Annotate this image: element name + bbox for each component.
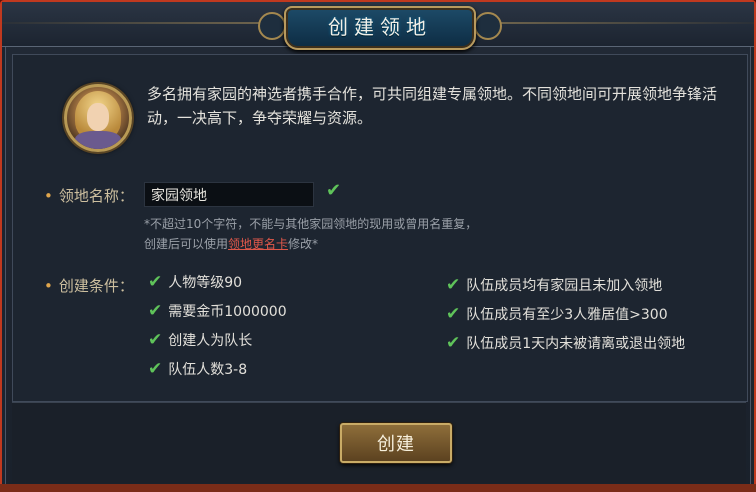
condition-home: ✔ 队伍成员均有家园且未加入领地 — [446, 275, 662, 295]
check-icon: ✔ — [148, 359, 163, 379]
condition-text: 需要金币1000000 — [168, 304, 287, 320]
title-plate: 创建领地 — [284, 6, 476, 50]
title-ornament-right-icon — [474, 12, 502, 40]
background-strip — [0, 484, 756, 492]
condition-text: 队伍成员有至少3人雅居值>300 — [466, 307, 668, 323]
dialog-frame: 创建领地 多名拥有家园的神选者携手合作，可共同组建专属领地。不同领地间可开展领地… — [0, 0, 756, 492]
conditions-label: • 创建条件： — [44, 275, 134, 296]
name-valid-check-icon: ✔ — [326, 180, 342, 201]
bullet-icon: • — [44, 277, 53, 295]
condition-leader: ✔ 创建人为队长 — [148, 330, 252, 350]
name-note-line1: *不超过10个字符，不能与其他家园领地的现用或曾用名重复， — [144, 217, 478, 231]
name-note-line2: 创建后可以使用领地更名卡修改* — [144, 235, 318, 252]
check-icon: ✔ — [148, 301, 163, 321]
intro-text: 多名拥有家园的神选者携手合作，可共同组建专属领地。不同领地间可开展领地争锋活动，… — [147, 85, 718, 127]
territory-name-input[interactable] — [144, 182, 314, 207]
rename-card-link[interactable]: 领地更名卡 — [228, 237, 288, 251]
check-icon: ✔ — [148, 272, 163, 292]
check-icon: ✔ — [446, 333, 461, 353]
condition-elegance: ✔ 队伍成员有至少3人雅居值>300 — [446, 304, 668, 324]
title-ornament-left-icon — [258, 12, 286, 40]
condition-team-size: ✔ 队伍人数3-8 — [148, 359, 247, 379]
check-icon: ✔ — [148, 330, 163, 350]
check-icon: ✔ — [446, 275, 461, 295]
condition-level: ✔ 人物等级90 — [148, 272, 242, 292]
conditions-label-text: 创建条件： — [58, 277, 134, 295]
create-button[interactable]: 创建 — [340, 423, 452, 463]
create-territory-dialog: 创建领地 多名拥有家园的神选者携手合作，可共同组建专属领地。不同领地间可开展领地… — [0, 0, 756, 492]
name-label-text: 领地名称： — [58, 187, 134, 205]
note-suffix: 修改* — [288, 237, 319, 251]
note-prefix: 创建后可以使用 — [144, 237, 229, 251]
portrait-body — [75, 131, 121, 149]
condition-text: 队伍人数3-8 — [168, 362, 248, 378]
character-portrait — [64, 84, 132, 152]
dialog-title: 创建领地 — [328, 15, 432, 39]
condition-text: 队伍成员1天内未被请离或退出领地 — [466, 336, 686, 352]
condition-text: 人物等级90 — [168, 275, 243, 291]
name-label: • 领地名称： — [44, 185, 134, 206]
portrait-face — [87, 103, 109, 131]
condition-no-recent-leave: ✔ 队伍成员1天内未被请离或退出领地 — [446, 333, 685, 353]
condition-text: 队伍成员均有家园且未加入领地 — [466, 278, 663, 294]
condition-gold: ✔ 需要金币1000000 — [148, 301, 287, 321]
condition-text: 创建人为队长 — [168, 333, 253, 349]
check-icon: ✔ — [446, 304, 461, 324]
bullet-icon: • — [44, 187, 53, 205]
